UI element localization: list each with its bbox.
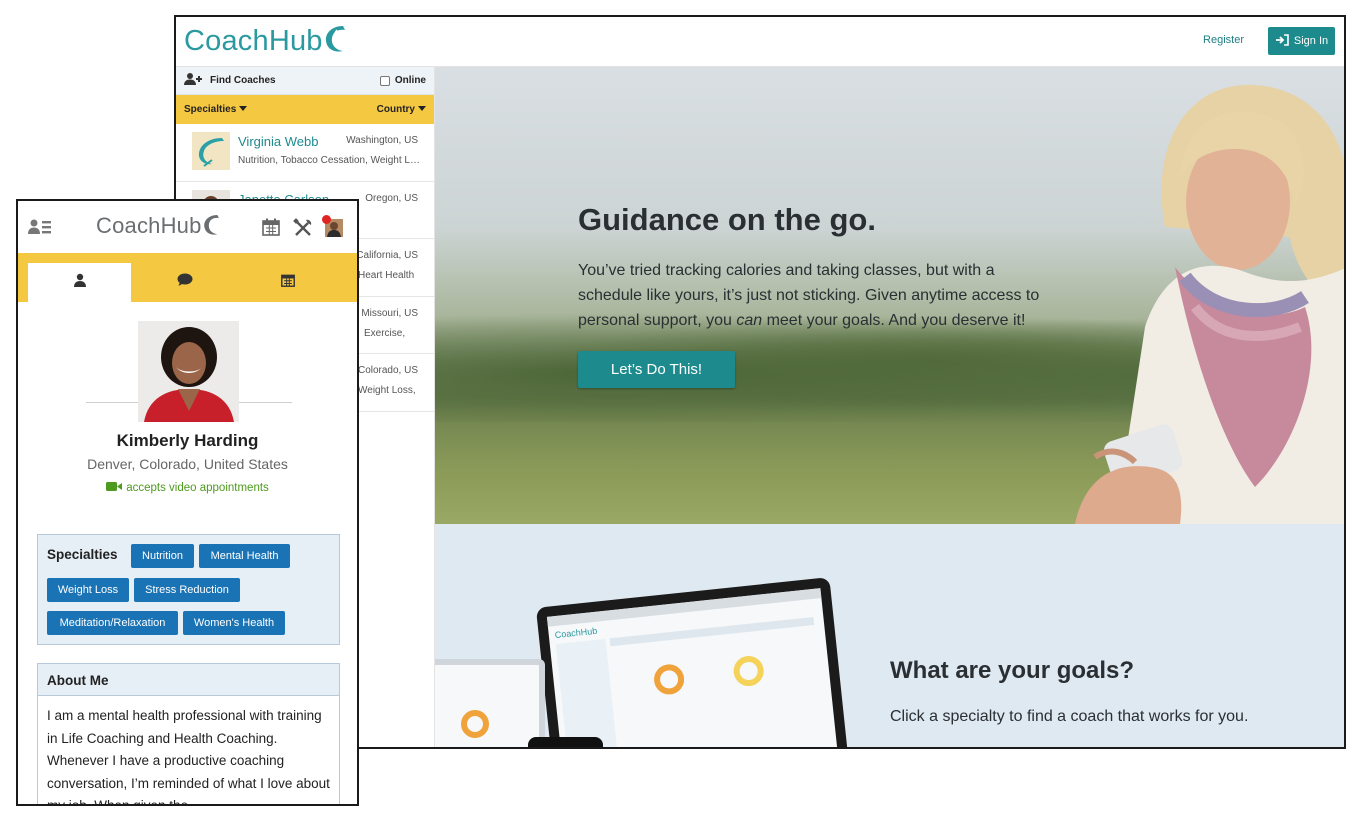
online-label: Online <box>394 75 426 86</box>
signin-label: Sign In <box>1293 35 1329 47</box>
coach-specialties: Nutrition, Tobacco Cessation, Weight Los… <box>238 155 420 166</box>
video-note-text: accepts video appointments <box>126 482 269 494</box>
tools-icon[interactable] <box>293 218 313 243</box>
specialty-tag[interactable]: Nutrition <box>131 544 194 568</box>
specialties-dropdown[interactable]: Specialties <box>184 104 248 115</box>
signin-button[interactable]: Sign In <box>1268 27 1335 55</box>
find-coaches-label: Find Coaches <box>210 75 276 86</box>
notification-dot-icon <box>322 215 331 224</box>
tablet-illustration <box>435 659 545 747</box>
laptop-illustration: CoachHub <box>535 577 850 747</box>
hero-body-emphasis: can <box>736 312 763 329</box>
coach-location: Oregon, US <box>365 192 418 204</box>
filter-bar: Specialties Country <box>176 95 434 124</box>
coach-name[interactable]: Virginia Webb <box>238 134 318 149</box>
find-coaches-bar: Find Coaches Online <box>176 67 434 95</box>
logo-mark-icon <box>323 24 349 54</box>
add-user-icon <box>184 72 204 89</box>
specialty-tag[interactable]: Women's Health <box>183 611 285 635</box>
coach-location: Colorado, US <box>357 365 418 376</box>
video-camera-icon <box>106 481 123 495</box>
hero-body: You’ve tried tracking calories and takin… <box>578 258 1058 333</box>
specialty-tag[interactable]: Weight Loss <box>47 578 129 602</box>
about-panel: About Me I am a mental health profession… <box>37 663 340 806</box>
chat-bubble-icon <box>177 273 193 292</box>
mobile-logo[interactable]: CoachHub <box>96 213 222 243</box>
hero-banner: Guidance on the go. You’ve tried trackin… <box>435 67 1344 524</box>
desktop-header: CoachHub Register Sign In <box>176 17 1344 67</box>
hero-body-text: meet your goals. And you deserve it! <box>762 312 1026 329</box>
goals-section: CoachHub What are your goals? Click a sp… <box>435 524 1344 747</box>
lets-do-this-button[interactable]: Let’s Do This! <box>578 351 735 388</box>
coach-location: California, US <box>356 250 418 261</box>
coach-logo-thumb <box>192 132 230 170</box>
coach-list-item[interactable]: Virginia Webb Washington, US Nutrition, … <box>176 124 434 182</box>
hero-woman-illustration <box>1075 84 1344 524</box>
specialty-tag[interactable]: Stress Reduction <box>134 578 240 602</box>
coach-location: Missouri, US <box>361 307 418 319</box>
mobile-header: CoachHub <box>18 201 357 253</box>
desktop-logo[interactable]: CoachHub <box>184 24 349 58</box>
logo-text: CoachHub <box>96 213 202 238</box>
specialties-label: Specialties <box>184 104 237 115</box>
coach-location: Washington, US <box>346 135 418 146</box>
signin-icon <box>1275 33 1289 49</box>
coach-specialties: Exercise, <box>364 327 406 339</box>
coach-specialties: Heart Health <box>358 270 415 281</box>
divider <box>238 402 292 403</box>
tab-calendar[interactable] <box>236 263 339 302</box>
about-title: About Me <box>38 664 339 696</box>
specialties-title: Specialties <box>47 547 118 562</box>
tab-messages[interactable] <box>133 263 236 302</box>
contacts-icon[interactable] <box>28 218 52 241</box>
specialty-tag[interactable]: Meditation/Relaxation <box>47 611 178 635</box>
profile-photo <box>138 321 239 422</box>
calendar-icon[interactable] <box>262 218 280 241</box>
chevron-down-icon <box>239 106 248 111</box>
user-icon <box>73 273 87 292</box>
about-body: I am a mental health professional with t… <box>47 708 330 806</box>
specialties-panel: Specialties Nutrition Mental Health Weig… <box>37 534 340 645</box>
video-appointments-note: accepts video appointments <box>18 481 357 495</box>
goals-title: What are your goals? <box>890 657 1135 684</box>
online-checkbox[interactable] <box>379 75 390 86</box>
hero-title: Guidance on the go. <box>578 202 876 237</box>
goals-subtitle: Click a specialty to find a coach that w… <box>890 708 1249 725</box>
online-filter[interactable]: Online <box>379 75 426 86</box>
logo-mark-icon <box>202 213 222 243</box>
divider <box>86 402 140 403</box>
country-dropdown[interactable]: Country <box>377 104 426 115</box>
profile-location: Denver, Colorado, United States <box>87 456 288 472</box>
profile-name: Kimberly Harding <box>116 431 259 450</box>
mobile-window: CoachHub Kimberly Harding Denver, Colora… <box>16 199 359 806</box>
coach-specialties: Weight Loss, <box>358 385 416 396</box>
country-label: Country <box>376 104 415 115</box>
phone-illustration <box>528 737 603 747</box>
calendar-icon <box>280 273 295 292</box>
logo-text: CoachHub <box>184 25 323 57</box>
specialty-tag[interactable]: Mental Health <box>199 544 290 568</box>
profile-tabs <box>18 253 357 302</box>
chevron-down-icon <box>418 106 426 111</box>
tab-profile[interactable] <box>28 263 131 302</box>
register-link[interactable]: Register <box>1203 34 1244 46</box>
